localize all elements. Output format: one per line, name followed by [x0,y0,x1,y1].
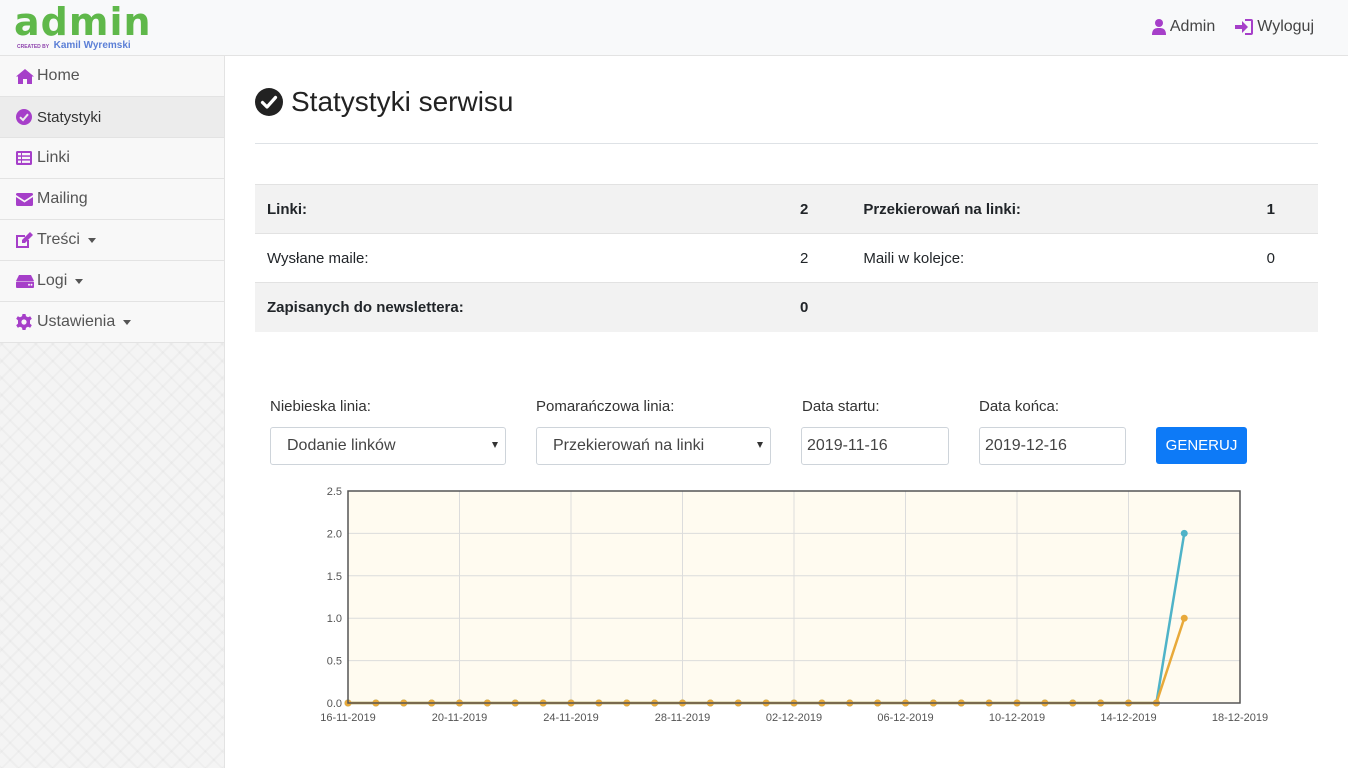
start-date-label: Data startu: [802,398,880,415]
dropdown-caret-icon [87,237,96,243]
x-tick-label: 10-12-2019 [989,712,1045,724]
stat-label: Maili w kolejce: [851,233,1198,283]
x-tick-label: 06-12-2019 [877,712,933,724]
orange-line-select-value: Przekierowań na linki [553,437,705,454]
x-tick-label: 20-11-2019 [432,712,487,724]
hdd-icon [16,273,34,289]
sidebar-item-linki[interactable]: Linki [0,138,224,179]
user-link[interactable]: Admin [1151,18,1216,36]
blue-line-select[interactable]: Dodanie linków [270,427,506,465]
edit-icon [16,232,34,248]
y-tick-label: 2.5 [327,486,342,498]
table-row: Zapisanych do newslettera: 0 [255,282,1318,332]
stat-label: Przekierowań na linki: [851,184,1198,234]
brand-logo-text: admin [14,0,152,44]
stat-value: 0 [1197,233,1318,283]
orange-line-label: Pomarańczowa linia: [536,398,675,415]
sign-in-icon [1235,19,1254,35]
sidebar-item-label: Ustawienia [37,313,116,330]
check-circle-icon [255,88,283,116]
stats-table: Linki: 2 Przekierowań na linki: 1 Wysłan… [255,184,1318,332]
select-arrow-icon [492,442,498,448]
y-tick-label: 1.5 [327,571,342,583]
top-navbar: admin CREATED BY Kamil Wyremski Admin Wy… [0,0,1348,56]
sidebar-item-statystyki[interactable]: Statystyki [0,97,224,138]
y-tick-label: 2.0 [327,528,342,540]
title-divider [255,143,1318,144]
y-tick-label: 0.5 [327,656,342,668]
x-tick-label: 28-11-2019 [655,712,710,724]
top-nav: Admin Wyloguj [1151,18,1314,36]
table-row: Linki: 2 Przekierowań na linki: 1 [255,184,1318,234]
page-title: Statystyki serwisu [255,86,514,118]
stat-label [851,282,1198,332]
y-tick-label: 0.0 [327,698,342,710]
sidebar-item-label: Mailing [37,190,88,207]
logout-link[interactable]: Wyloguj [1235,18,1314,36]
brand-created-by: CREATED BY [17,44,50,50]
stat-label: Linki: [255,184,788,234]
dropdown-caret-icon [75,278,84,284]
blue-line-select-value: Dodanie linków [287,437,396,454]
orange-line-select[interactable]: Przekierowań na linki [536,427,771,465]
sidebar-menu: Home Statystyki Linki Mailing Treści Log… [0,56,224,343]
x-tick-label: 16-11-2019 [320,712,375,724]
sidebar-item-label: Statystyki [37,108,102,126]
x-tick-label: 02-12-2019 [766,712,822,724]
stat-value: 1 [1197,184,1318,234]
user-label: Admin [1169,18,1216,35]
brand-author: Kamil Wyremski [53,40,131,51]
brand-logo[interactable]: admin CREATED BY Kamil Wyremski [14,0,152,51]
stat-value: 0 [788,282,852,332]
envelope-icon [16,191,34,207]
x-tick-label: 24-11-2019 [543,712,598,724]
end-date-field: Data końca: [979,398,1059,415]
sidebar-item-logi[interactable]: Logi [0,261,224,302]
end-date-input[interactable]: 2019-12-16 [979,427,1126,465]
list-icon [16,150,34,166]
x-tick-label: 14-12-2019 [1100,712,1156,724]
stats-line-chart: 0.0 0.5 1.0 1.5 2.0 2.5 16-11-2019 20-11-2019 24… [320,486,1268,724]
table-row: Wysłane maile: 2 Maili w kolejce: 0 [255,233,1318,283]
home-icon [16,68,34,84]
brand-credit: CREATED BY Kamil Wyremski [17,39,131,52]
sidebar-item-home[interactable]: Home [0,56,224,97]
end-date-label: Data końca: [979,398,1060,415]
stat-label: Wysłane maile: [255,233,788,283]
sidebar: Home Statystyki Linki Mailing Treści Log… [0,56,225,768]
user-icon [1151,19,1166,35]
page-title-text: Statystyki serwisu [291,86,514,117]
sidebar-item-label: Logi [37,272,68,289]
sidebar-item-label: Home [37,67,80,84]
blue-line-label: Niebieska linia: [270,398,371,415]
sidebar-item-tresci[interactable]: Treści [0,220,224,261]
stat-label: Zapisanych do newslettera: [255,282,788,332]
data-point [1180,529,1188,537]
dropdown-caret-icon [123,319,132,325]
x-tick-label: 18-12-2019 [1212,712,1268,724]
end-date-value: 2019-12-16 [985,437,1067,454]
start-date-field: Data startu: [802,398,880,415]
orange-line-field: Pomarańczowa linia: [536,398,674,415]
start-date-input[interactable]: 2019-11-16 [801,427,949,465]
blue-line-field: Niebieska linia: [270,398,371,415]
data-point [1180,614,1188,622]
logout-label: Wyloguj [1257,18,1314,35]
check-circle-icon [16,109,34,125]
sidebar-item-ustawienia[interactable]: Ustawienia [0,302,224,343]
gear-icon [16,314,34,330]
stat-value [1197,282,1318,332]
sidebar-item-mailing[interactable]: Mailing [0,179,224,220]
sidebar-item-label: Treści [37,231,80,248]
select-arrow-icon [757,442,763,448]
sidebar-item-label: Linki [37,149,70,166]
stat-value: 2 [788,233,852,283]
start-date-value: 2019-11-16 [807,437,888,454]
stat-value: 2 [788,184,852,234]
generate-button[interactable]: GENERUJ [1156,427,1247,464]
y-tick-label: 1.0 [327,613,342,625]
